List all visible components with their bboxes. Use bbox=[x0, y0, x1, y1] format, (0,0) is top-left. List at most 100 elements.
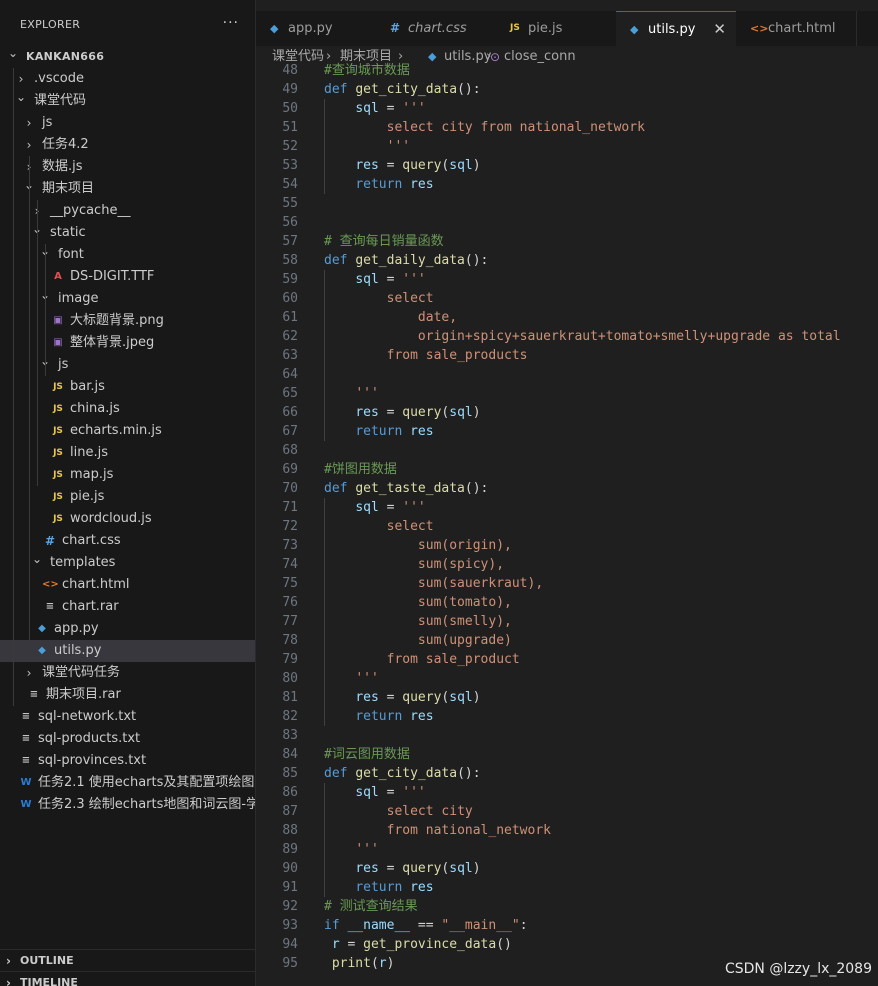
code-text: sql = ''' bbox=[355, 500, 426, 515]
tab-chart-css[interactable]: # chart.css bbox=[376, 11, 497, 46]
js-file-icon: JS bbox=[53, 492, 63, 502]
outline-section[interactable]: › OUTLINE bbox=[0, 949, 255, 972]
chevron-right-icon: › bbox=[6, 954, 11, 968]
tree-folder[interactable]: ⌄static bbox=[0, 222, 255, 244]
tree-file[interactable]: ▣ 整体背景.jpeg bbox=[0, 332, 255, 354]
tree-file[interactable]: JS echarts.min.js bbox=[0, 420, 255, 442]
chevron-down-icon: ⌄ bbox=[7, 46, 19, 60]
html-file-icon: <> bbox=[750, 22, 769, 35]
tree-file[interactable]: JS wordcloud.js bbox=[0, 508, 255, 530]
code-text: def get_taste_data(): bbox=[324, 481, 489, 496]
line-number: 54 bbox=[282, 177, 298, 192]
line-number: 90 bbox=[282, 861, 298, 876]
tree-folder[interactable]: ⌄font bbox=[0, 244, 255, 266]
code-text: select bbox=[386, 291, 434, 306]
code-text: def get_city_data(): bbox=[324, 82, 481, 97]
code-text: return res bbox=[355, 880, 434, 895]
line-number: 59 bbox=[282, 272, 298, 287]
code-line: 48 #查询城市数据 bbox=[256, 61, 878, 80]
tree-file[interactable]: JS map.js bbox=[0, 464, 255, 486]
tree-file[interactable]: <> chart.html bbox=[0, 574, 255, 596]
code-line: 91 return res bbox=[256, 878, 878, 897]
line-number: 53 bbox=[282, 158, 298, 173]
timeline-section[interactable]: › TIMELINE bbox=[0, 971, 255, 986]
tree-folder[interactable]: ⌄ KANKAN666 bbox=[0, 46, 255, 68]
code-text: select bbox=[386, 519, 434, 534]
tree-folder[interactable]: ›__pycache__ bbox=[0, 200, 255, 222]
tree-item-label: image bbox=[58, 291, 99, 306]
tree-file[interactable]: A DS-DIGIT.TTF bbox=[0, 266, 255, 288]
code-line: 71 sql = ''' bbox=[256, 498, 878, 517]
code-line: 93 if __name__ == "__main__": bbox=[256, 916, 878, 935]
line-number: 60 bbox=[282, 291, 298, 306]
text-file-icon: ≡ bbox=[21, 733, 31, 744]
tree-folder[interactable]: › 课堂代码任务 bbox=[0, 662, 255, 684]
tree-item-label: sql-products.txt bbox=[38, 731, 141, 746]
tree-folder[interactable]: › 任务4.2 bbox=[0, 134, 255, 156]
indent-guide bbox=[324, 498, 325, 726]
tree-file[interactable]: ◆ app.py bbox=[0, 618, 255, 640]
line-number: 78 bbox=[282, 633, 298, 648]
tree-folder[interactable]: ⌄ 课堂代码 bbox=[0, 90, 255, 112]
tree-file[interactable]: # chart.css bbox=[0, 530, 255, 552]
tab-label: chart.html bbox=[768, 21, 836, 36]
tree-file[interactable]: ◆ utils.py bbox=[0, 640, 255, 662]
tree-folder[interactable]: ⌄ templates bbox=[0, 552, 255, 574]
line-number: 81 bbox=[282, 690, 298, 705]
close-icon[interactable]: ✕ bbox=[713, 12, 726, 47]
tab-pie-js[interactable]: JS pie.js bbox=[496, 11, 617, 46]
tree-file[interactable]: JS china.js bbox=[0, 398, 255, 420]
indent-guide bbox=[45, 244, 46, 376]
tree-file[interactable]: JS line.js bbox=[0, 442, 255, 464]
tree-folder[interactable]: ⌄js bbox=[0, 354, 255, 376]
chevron-right-icon: › bbox=[6, 976, 11, 986]
more-actions-icon[interactable]: ··· bbox=[223, 15, 239, 31]
code-editor[interactable]: 48 #查询城市数据 49 def get_city_data(): 50 sql = … bbox=[256, 61, 878, 986]
code-line: 57 # 查询每日销量函数 bbox=[256, 232, 878, 251]
indent-guide bbox=[324, 270, 325, 441]
code-line: 75 sum(sauerkraut), bbox=[256, 574, 878, 593]
tree-folder[interactable]: › js bbox=[0, 112, 255, 134]
code-line: 59 sql = ''' bbox=[256, 270, 878, 289]
image-file-icon: ▣ bbox=[53, 315, 63, 326]
code-text: sum(upgrade) bbox=[417, 633, 512, 648]
line-number: 66 bbox=[282, 405, 298, 420]
tab-utils-py[interactable]: ◆ utils.py ✕ bbox=[616, 11, 737, 47]
tree-item-label: app.py bbox=[54, 621, 99, 636]
text-file-icon: ≡ bbox=[45, 601, 55, 612]
chevron-down-icon: ⌄ bbox=[15, 90, 27, 104]
js-file-icon: JS bbox=[53, 426, 63, 436]
tree-file[interactable]: ≡ chart.rar bbox=[0, 596, 255, 618]
tree-file[interactable]: ≡ 期末项目.rar bbox=[0, 684, 255, 706]
code-text: select city bbox=[386, 804, 473, 819]
code-line: 84 #词云图用数据 bbox=[256, 745, 878, 764]
tab-app-py[interactable]: ◆ app.py bbox=[256, 11, 377, 46]
js-file-icon: JS bbox=[510, 23, 520, 33]
python-file-icon: ◆ bbox=[630, 23, 639, 36]
tree-item-label: 数据.js bbox=[42, 159, 83, 174]
tree-item-label: map.js bbox=[70, 467, 114, 482]
tree-file[interactable]: ▣ 大标题背景.png bbox=[0, 310, 255, 332]
line-number: 88 bbox=[282, 823, 298, 838]
tree-folder[interactable]: ⌄期末项目 bbox=[0, 178, 255, 200]
tree-item-label: templates bbox=[50, 555, 116, 570]
tree-file[interactable]: JS bar.js bbox=[0, 376, 255, 398]
tree-item-label: 期末项目.rar bbox=[46, 687, 121, 702]
tree-folder[interactable]: › .vscode bbox=[0, 68, 255, 90]
tree-file[interactable]: ≡ sql-provinces.txt bbox=[0, 750, 255, 772]
python-file-icon: ◆ bbox=[270, 22, 279, 35]
line-number: 70 bbox=[282, 481, 298, 496]
tree-file[interactable]: JS pie.js bbox=[0, 486, 255, 508]
line-number: 75 bbox=[282, 576, 298, 591]
tree-file[interactable]: ≡ sql-products.txt bbox=[0, 728, 255, 750]
line-number: 62 bbox=[282, 329, 298, 344]
tree-file[interactable]: W 任务2.3 绘制echarts地图和词云图-学... bbox=[0, 794, 255, 816]
code-text: def get_daily_data(): bbox=[324, 253, 489, 268]
tree-file[interactable]: ≡ sql-network.txt bbox=[0, 706, 255, 728]
tree-file[interactable]: W 任务2.1 使用echarts及其配置项绘图-... bbox=[0, 772, 255, 794]
code-text: return res bbox=[355, 177, 434, 192]
tree-folder[interactable]: ›数据.js bbox=[0, 156, 255, 178]
tab-chart-html[interactable]: <> chart.html bbox=[736, 11, 857, 46]
tab-label: pie.js bbox=[528, 21, 563, 36]
tree-folder[interactable]: ⌄image bbox=[0, 288, 255, 310]
